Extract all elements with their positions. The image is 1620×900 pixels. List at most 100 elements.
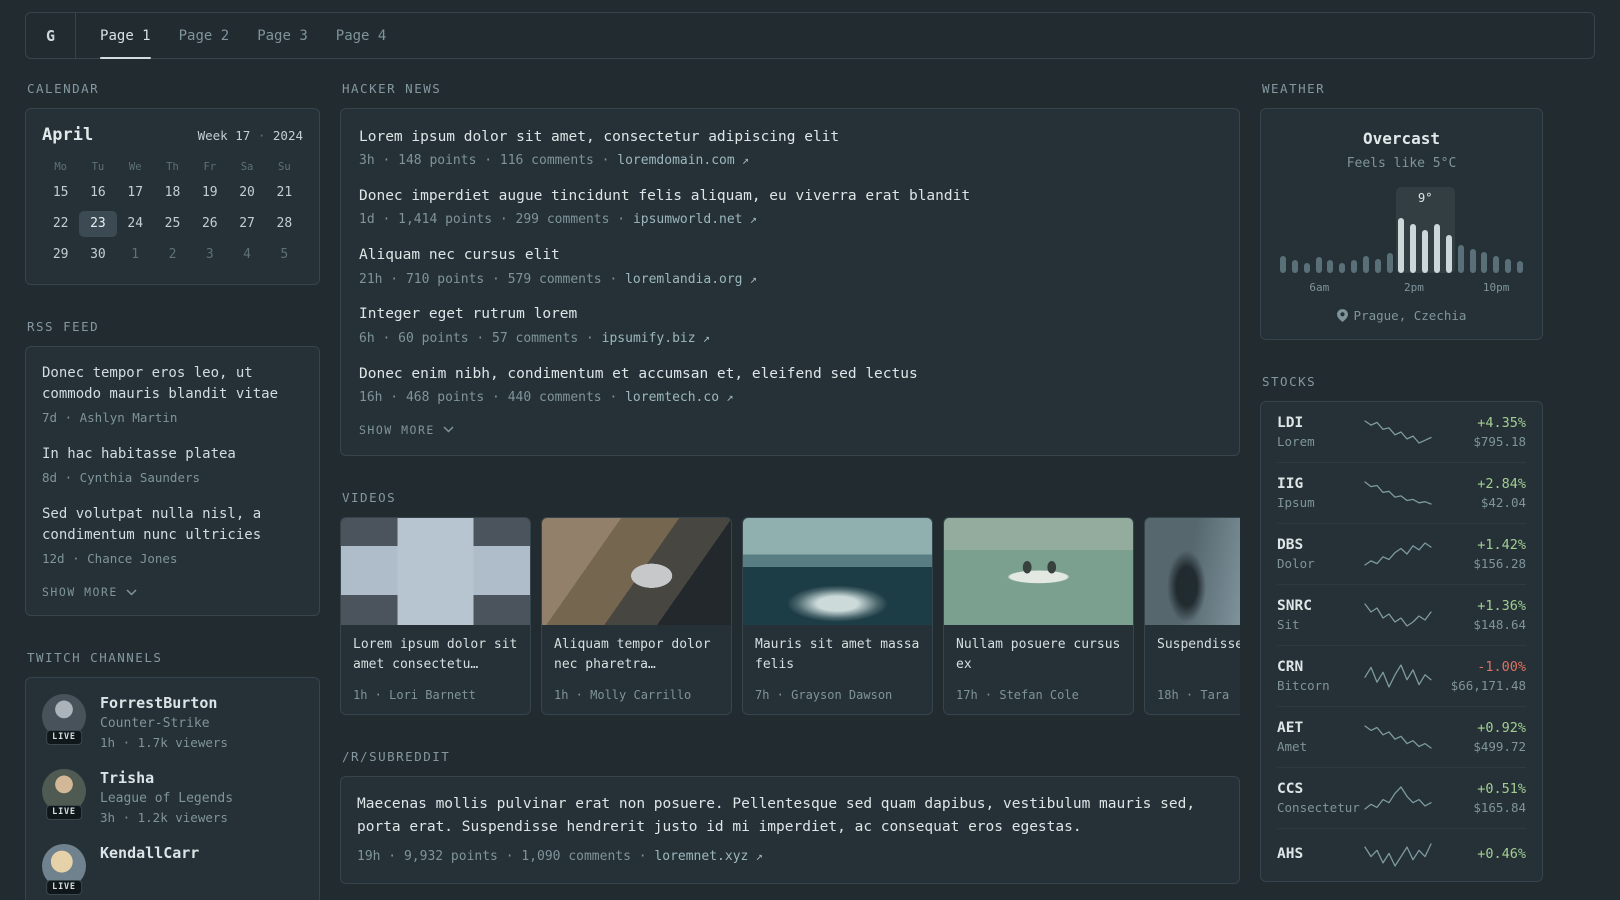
stock-name: Sit [1277, 617, 1300, 632]
stocks-widget: STOCKS LDI Lorem +4.35% $795.18 IIG Ipsu… [1260, 374, 1543, 882]
video-title: Aliquam tempor dolor nec pharetra… [554, 636, 711, 672]
stock-row[interactable]: IIG Ipsum +2.84% $42.04 [1277, 462, 1526, 523]
calendar-month: April [42, 125, 94, 145]
sparkline-chart [1363, 542, 1432, 566]
header-tabs: Page 1 Page 2 Page 3 Page 4 [100, 13, 387, 59]
hn-item: Donec enim nibh, condimentum et accumsan… [359, 364, 1221, 408]
hn-item-title[interactable]: Donec imperdiet augue tincidunt felis al… [359, 186, 1221, 206]
video-card[interactable]: Mauris sit amet massa felis 7h · Grayson… [742, 516, 933, 715]
stock-row[interactable]: DBS Dolor +1.42% $156.28 [1277, 523, 1526, 584]
hackernews-show-more[interactable]: SHOW MORE [359, 423, 1221, 437]
stock-values: +4.35% $795.18 [1433, 415, 1526, 449]
video-title: Nullam posuere cursus ex [956, 636, 1121, 672]
hn-item-domain[interactable]: ipsumworld.net ↗ [633, 212, 757, 227]
stock-row[interactable]: SNRC Sit +1.36% $148.64 [1277, 584, 1526, 645]
twitch-channel[interactable]: LIVE KendallCarr [42, 844, 303, 896]
video-meta: 18h · Tara [1157, 687, 1230, 702]
stock-row[interactable]: AET Amet +0.92% $499.72 [1277, 706, 1526, 767]
hn-item: Integer eget rutrum lorem 6h · 60 points… [359, 304, 1221, 348]
weather-bar [1481, 252, 1488, 273]
stock-id: LDI Lorem [1277, 415, 1363, 449]
hn-item-domain[interactable]: ipsumify.biz ↗ [602, 331, 710, 346]
calendar-days-grid: 15 16 17 18 19 20 21 22 23 24 25 26 27 28 29 30 1 2 3 4 5 [42, 180, 303, 268]
weekday-label: Tu [91, 161, 105, 173]
calendar-day: 19 [201, 185, 218, 200]
hn-item-title[interactable]: Aliquam nec cursus elit [359, 245, 1221, 265]
weather-bar [1327, 260, 1334, 273]
section-title-rss: RSS FEED [27, 319, 100, 334]
section-title-twitch: TWITCH CHANNELS [27, 650, 163, 666]
show-more-label: SHOW MORE [359, 422, 435, 437]
rss-item: Donec tempor eros leo, ut commodo mauris… [42, 363, 303, 427]
calendar-header: April Week 17 · 2024 [42, 125, 303, 145]
rss-show-more[interactable]: SHOW MORE [42, 585, 303, 599]
rss-item-title[interactable]: Sed volutpat nulla nisl, a condimentum n… [42, 504, 303, 546]
rss-item-title[interactable]: In hac habitasse platea [42, 444, 303, 465]
calendar-widget: CALENDAR April Week 17 · 2024 Mo Tu We Th Fr… [25, 81, 320, 285]
hn-item-title[interactable]: Integer eget rutrum lorem [359, 304, 1221, 324]
stock-change: +1.42% [1477, 537, 1526, 553]
video-card[interactable]: Suspendisse diam 18h · Tara [1144, 516, 1240, 715]
calendar-day: 29 [52, 247, 69, 262]
video-card[interactable]: Aliquam tempor dolor nec pharetra… 1h · … [541, 516, 732, 715]
hn-item-domain[interactable]: loremdomain.com ↗ [617, 153, 749, 168]
weather-bar [1398, 217, 1405, 273]
hn-item-meta: 6h · 60 points · 57 comments · ipsumify.… [359, 330, 711, 346]
hn-item-title[interactable]: Lorem ipsum dolor sit amet, consectetur … [359, 127, 1221, 147]
external-link-icon: ↗ [695, 330, 711, 345]
stock-change: +1.36% [1477, 598, 1526, 614]
stock-id: CRN Bitcorn [1277, 659, 1363, 693]
video-card[interactable]: Nullam posuere cursus ex 17h · Stefan Co… [943, 516, 1134, 715]
tab-page-4[interactable]: Page 4 [336, 13, 387, 58]
video-thumbnail [542, 517, 731, 625]
tab-page-1[interactable]: Page 1 [100, 13, 151, 59]
sparkline-chart [1363, 786, 1432, 810]
rss-item-title[interactable]: Donec tempor eros leo, ut commodo mauris… [42, 363, 303, 405]
sparkline-chart [1363, 420, 1432, 444]
tab-page-3[interactable]: Page 3 [257, 13, 308, 58]
video-card[interactable]: Lorem ipsum dolor sit amet consectetu… 1… [340, 516, 531, 715]
stock-id: IIG Ipsum [1277, 476, 1363, 510]
middle-column: HACKER NEWS Lorem ipsum dolor sit amet, … [340, 79, 1240, 900]
weekday-label: Sa [240, 161, 254, 173]
live-badge: LIVE [46, 730, 82, 746]
stock-row[interactable]: LDI Lorem +4.35% $795.18 [1277, 402, 1526, 462]
stock-id: CCS Consectetur [1277, 781, 1363, 815]
stock-row[interactable]: CCS Consectetur +0.51% $165.84 [1277, 767, 1526, 828]
hn-item-domain[interactable]: loremlandia.org ↗ [625, 272, 757, 287]
post-domain[interactable]: loremnet.xyz ↗ [654, 849, 762, 864]
post-title[interactable]: Maecenas mollis pulvinar erat non posuer… [357, 793, 1223, 839]
section-title-videos: VIDEOS [342, 489, 397, 505]
hn-item-title[interactable]: Donec enim nibh, condimentum et accumsan… [359, 364, 1221, 384]
section-title-subreddit: /R/SUBREDDIT [342, 748, 451, 764]
post-meta: 19h · 9,932 points · 1,090 comments · lo… [357, 849, 763, 865]
subreddit-widget: /R/SUBREDDIT Maecenas mollis pulvinar er… [340, 749, 1240, 884]
weather-bar [1303, 263, 1310, 273]
videos-widget: VIDEOS Lorem ipsum dolor sit amet consec… [340, 490, 1240, 715]
external-link-icon: ↗ [742, 212, 757, 227]
stock-price: $66,171.48 [1450, 678, 1526, 693]
weather-feels-like: Feels like 5°C [1346, 156, 1457, 171]
chevron-down-icon [443, 426, 454, 433]
stock-change: +0.46% [1477, 845, 1526, 862]
channel-name: Trisha [100, 769, 155, 788]
stock-row[interactable]: CRN Bitcorn -1.00% $66,171.48 [1277, 645, 1526, 706]
twitch-channel[interactable]: LIVE Trisha League of Legends 3h · 1.2k … [42, 769, 303, 825]
separator-dot: · [257, 128, 266, 143]
stock-row[interactable]: AHS +0.46% [1277, 828, 1526, 881]
avatar: LIVE [42, 844, 86, 896]
hn-item-domain[interactable]: loremtech.co ↗ [625, 390, 733, 405]
avatar: LIVE [42, 694, 86, 746]
stock-symbol: LDI [1277, 415, 1304, 431]
video-card-body: Nullam posuere cursus ex 17h · Stefan Co… [944, 625, 1133, 714]
tab-page-2[interactable]: Page 2 [179, 13, 230, 58]
video-meta: 7h · Grayson Dawson [755, 687, 893, 702]
stock-price: $795.18 [1473, 434, 1526, 449]
weather-widget: WEATHER Overcast Feels like 5°C 9° 6am 2p… [1260, 81, 1543, 340]
video-card-body: Mauris sit amet massa felis 7h · Grayson… [743, 625, 932, 714]
hackernews-list: Lorem ipsum dolor sit amet, consectetur … [359, 127, 1221, 408]
calendar-day: 3 [205, 247, 214, 262]
stock-id: AET Amet [1277, 720, 1363, 754]
twitch-channel[interactable]: LIVE ForrestBurton Counter-Strike 1h · 1… [42, 694, 303, 750]
calendar-weekday-row: Mo Tu We Th Fr Sa Su [42, 161, 303, 173]
